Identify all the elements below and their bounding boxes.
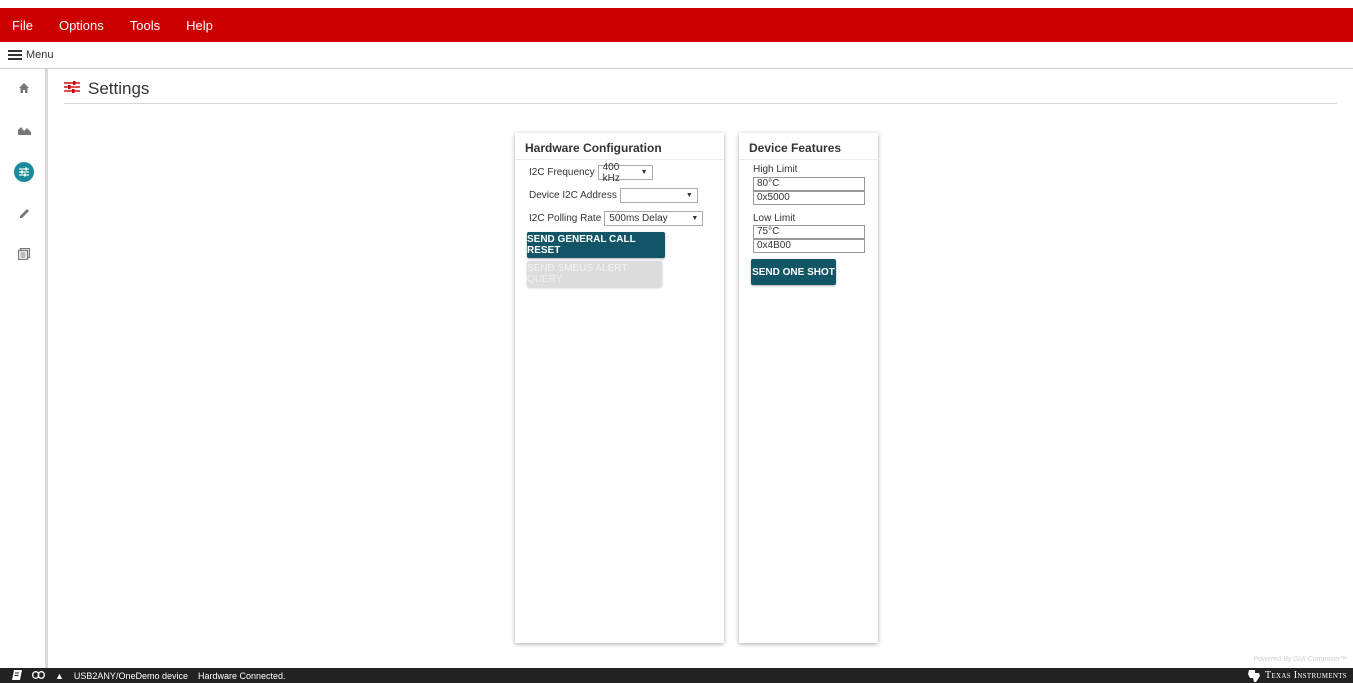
notebook-icon[interactable] xyxy=(12,669,22,682)
pencil-icon[interactable] xyxy=(17,206,31,220)
menu-options[interactable]: Options xyxy=(59,18,104,33)
i2c-frequency-row: I2C Frequency 400 kHz ▼ xyxy=(529,162,653,184)
send-general-call-reset-button[interactable]: SEND GENERAL CALL RESET xyxy=(527,232,665,258)
i2c-frequency-value: 400 kHz xyxy=(602,161,620,184)
device-features-card: Device Features High Limit 80°C 0x5000 L… xyxy=(739,133,878,643)
i2c-address-row: Device I2C Address ▼ xyxy=(529,188,698,203)
connection-status: Hardware Connected. xyxy=(197,670,286,681)
page-header: Settings xyxy=(64,79,149,99)
low-limit-hex-field[interactable]: 0x4B00 xyxy=(753,239,865,253)
hamburger-icon[interactable] xyxy=(8,50,22,60)
high-limit-hex-field[interactable]: 0x5000 xyxy=(753,191,865,205)
register-icon[interactable] xyxy=(17,247,31,261)
i2c-polling-row: I2C Polling Rate 500ms Delay ▼ xyxy=(529,211,704,226)
i2c-address-label: Device I2C Address xyxy=(529,190,617,201)
i2c-address-select[interactable]: ▼ xyxy=(619,188,698,203)
link-icon[interactable] xyxy=(32,670,45,681)
hardware-card-title: Hardware Configuration xyxy=(515,133,724,160)
dropdown-arrow-icon: ▼ xyxy=(691,215,699,222)
i2c-polling-label: I2C Polling Rate xyxy=(529,213,602,224)
menu-help[interactable]: Help xyxy=(186,18,213,33)
i2c-polling-value: 500ms Delay xyxy=(609,213,668,224)
i2c-polling-select[interactable]: 500ms Delay ▼ xyxy=(604,211,704,226)
sidebar xyxy=(0,69,48,668)
page-title: Settings xyxy=(88,79,150,98)
i2c-frequency-select[interactable]: 400 kHz ▼ xyxy=(597,162,653,184)
menu-toggle-label[interactable]: Menu xyxy=(26,49,54,61)
hardware-configuration-card: Hardware Configuration I2C Frequency 400… xyxy=(515,133,724,643)
menu-tools[interactable]: Tools xyxy=(130,18,160,33)
title-divider xyxy=(64,103,1337,104)
powered-by-label: Powered By GUI Composer™ xyxy=(1253,656,1347,663)
features-card-title: Device Features xyxy=(739,133,878,160)
brand-name: Texas Instruments xyxy=(1265,670,1347,681)
caret-up-icon[interactable]: ▲ xyxy=(55,671,64,681)
low-limit-temp-field[interactable]: 75°C xyxy=(753,225,865,239)
low-limit-label: Low Limit xyxy=(753,213,796,224)
menu-file[interactable]: File xyxy=(12,18,33,33)
device-status: USB2ANY/OneDemo device xyxy=(73,670,188,681)
high-limit-label: High Limit xyxy=(753,164,798,175)
home-icon[interactable] xyxy=(17,81,31,95)
texas-instruments-logo: Texas Instruments xyxy=(1247,668,1347,683)
menu-bar: File Options Tools Help xyxy=(0,8,1353,42)
send-one-shot-button[interactable]: SEND ONE SHOT xyxy=(751,259,836,285)
send-smbus-alert-query-button[interactable]: SEND SMBUS ALERT QUERY xyxy=(527,261,662,287)
sliders-icon xyxy=(64,80,80,99)
dropdown-arrow-icon: ▼ xyxy=(640,169,648,176)
chart-icon[interactable] xyxy=(17,123,31,137)
high-limit-temp-field[interactable]: 80°C xyxy=(753,177,865,191)
settings-icon[interactable] xyxy=(14,162,34,182)
nav-toggle-row: Menu xyxy=(0,42,1353,69)
dropdown-arrow-icon: ▼ xyxy=(685,192,693,199)
status-bar: ▲ USB2ANY/OneDemo device Hardware Connec… xyxy=(0,668,1353,683)
i2c-frequency-label: I2C Frequency xyxy=(529,167,595,178)
